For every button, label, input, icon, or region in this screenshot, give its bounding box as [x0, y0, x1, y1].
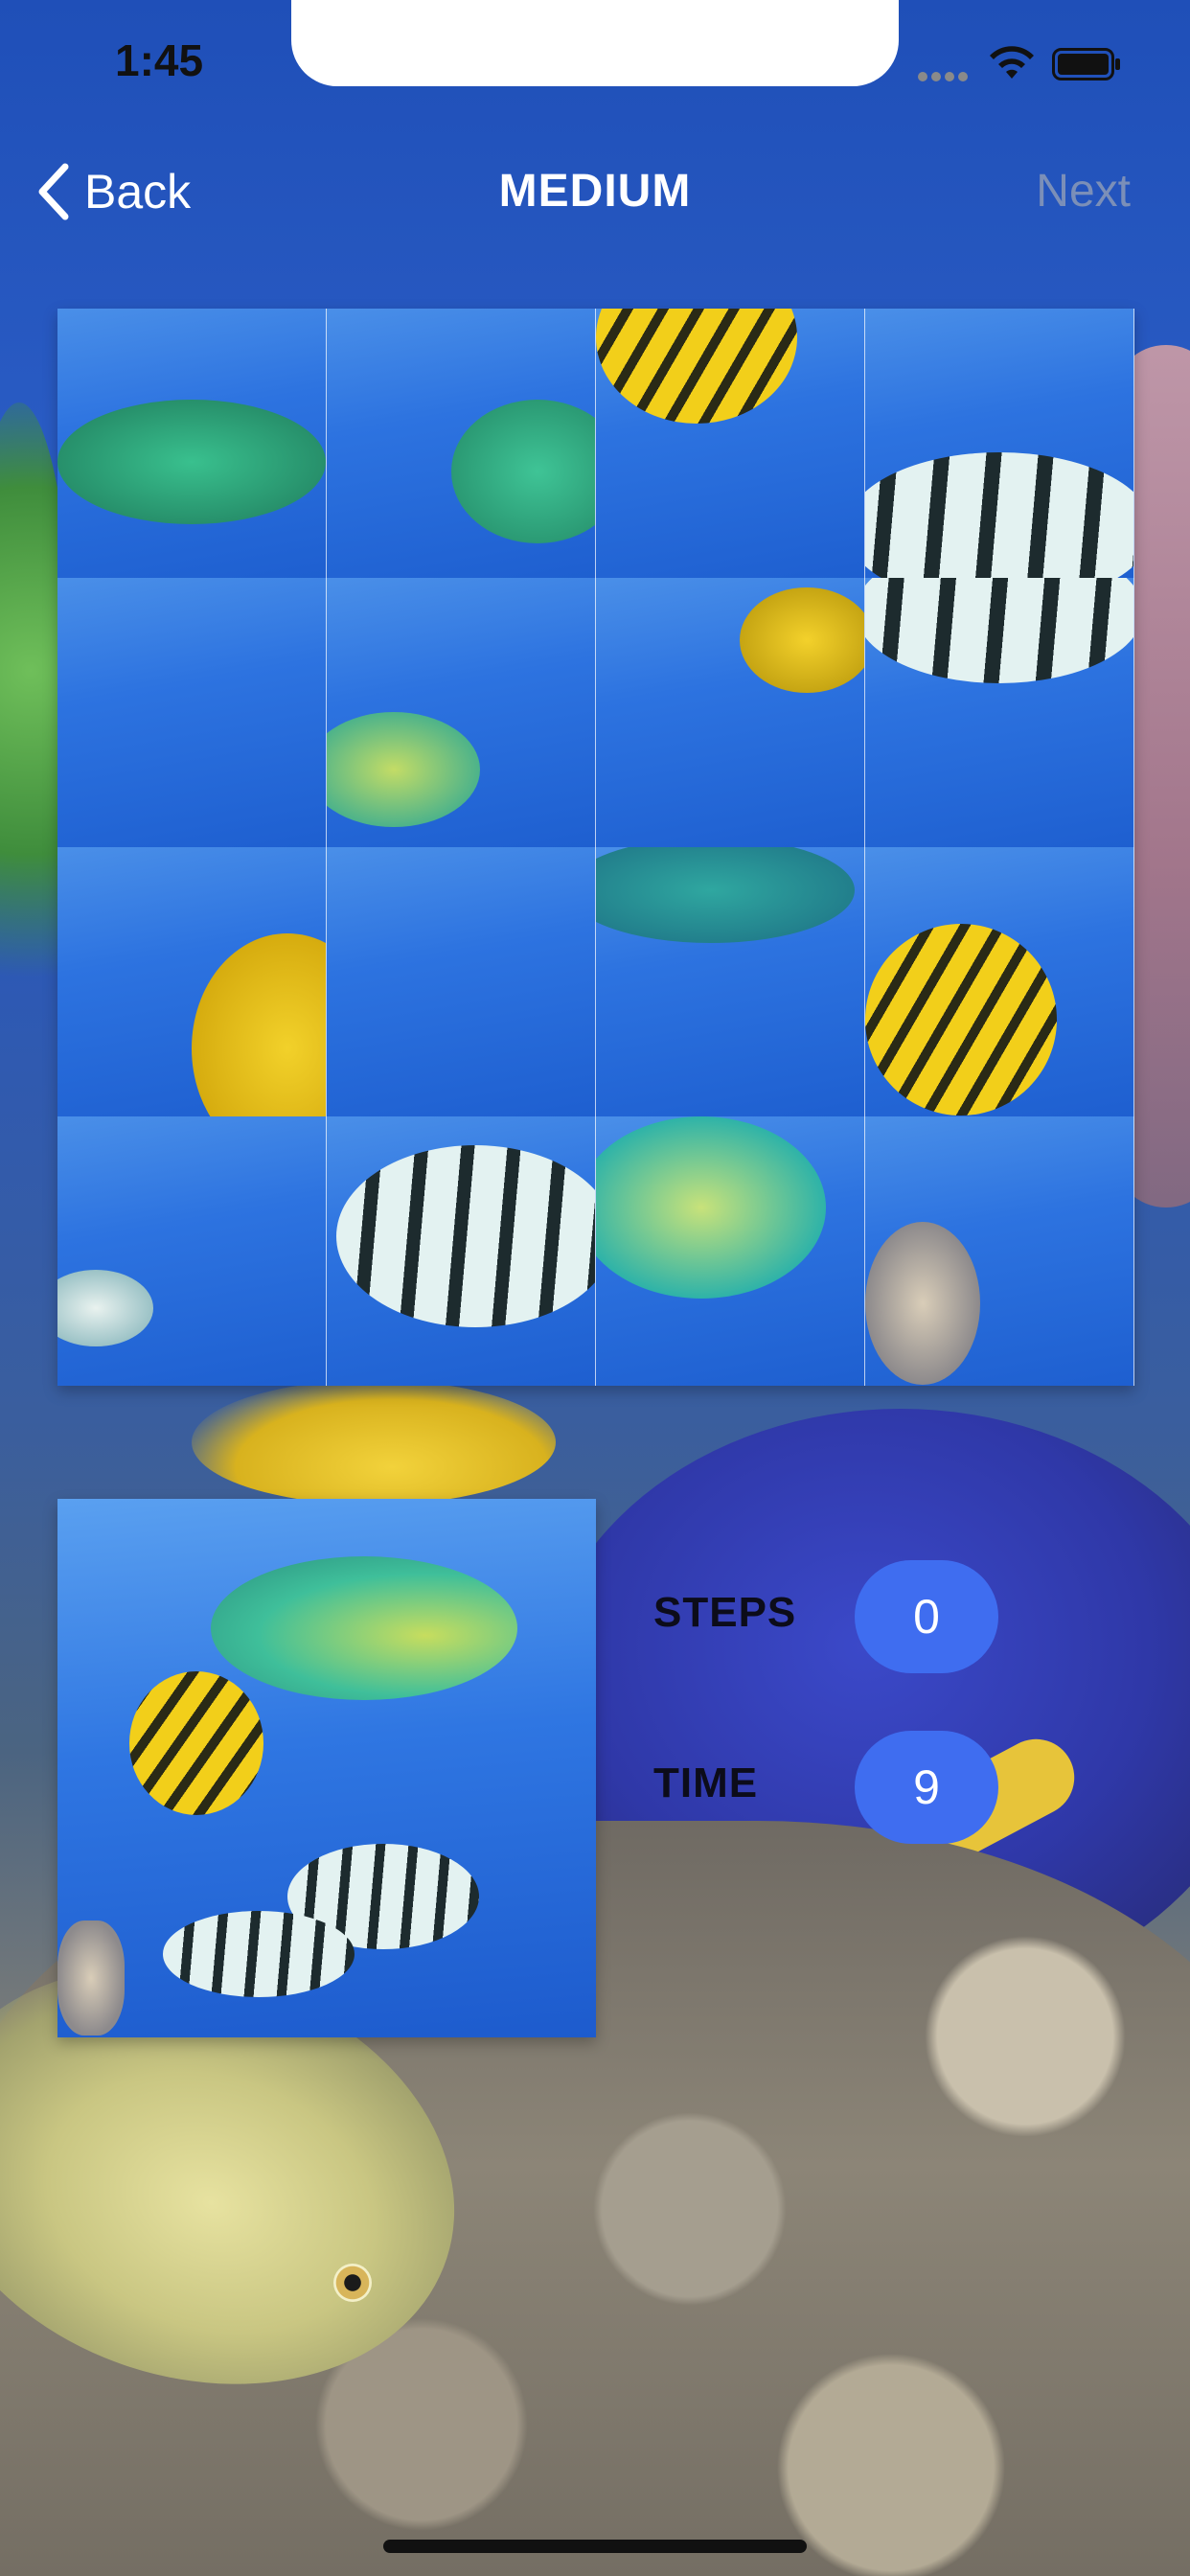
puzzle-tile[interactable]: [57, 847, 327, 1116]
steps-label: STEPS: [653, 1589, 797, 1636]
page-title: MEDIUM: [498, 166, 692, 217]
reference-image: [57, 1499, 596, 2037]
navigation-bar: Back MEDIUM Next: [0, 153, 1190, 230]
puzzle-tile[interactable]: [596, 847, 865, 1116]
puzzle-tile[interactable]: [327, 309, 596, 578]
puzzle-tile[interactable]: [865, 1116, 1134, 1386]
fish-eye-decoration: [333, 2264, 372, 2302]
status-bar: 1:45: [0, 0, 1190, 96]
battery-icon: [1052, 48, 1120, 80]
next-button[interactable]: Next: [1036, 165, 1131, 218]
cellular-signal-icon: [918, 69, 975, 81]
puzzle-tile[interactable]: [865, 847, 1134, 1116]
puzzle-tile[interactable]: [327, 1116, 596, 1386]
puzzle-tile[interactable]: [57, 1116, 327, 1386]
wifi-icon: [990, 46, 1034, 79]
puzzle-tile[interactable]: [57, 578, 327, 847]
time-counter: 9: [855, 1731, 998, 1844]
puzzle-tile[interactable]: [865, 309, 1134, 578]
status-time: 1:45: [115, 35, 204, 85]
puzzle-tile[interactable]: [596, 578, 865, 847]
puzzle-tile[interactable]: [596, 1116, 865, 1386]
home-indicator[interactable]: [383, 2540, 807, 2553]
puzzle-tile[interactable]: [327, 578, 596, 847]
steps-counter: 0: [855, 1560, 998, 1673]
puzzle-tile[interactable]: [865, 578, 1134, 847]
fish-fin-decoration: [192, 1380, 556, 1505]
puzzle-board: [57, 309, 1134, 1386]
puzzle-tile[interactable]: [596, 309, 865, 578]
puzzle-tile[interactable]: [57, 309, 327, 578]
puzzle-tile[interactable]: [327, 847, 596, 1116]
time-label: TIME: [653, 1760, 759, 1806]
